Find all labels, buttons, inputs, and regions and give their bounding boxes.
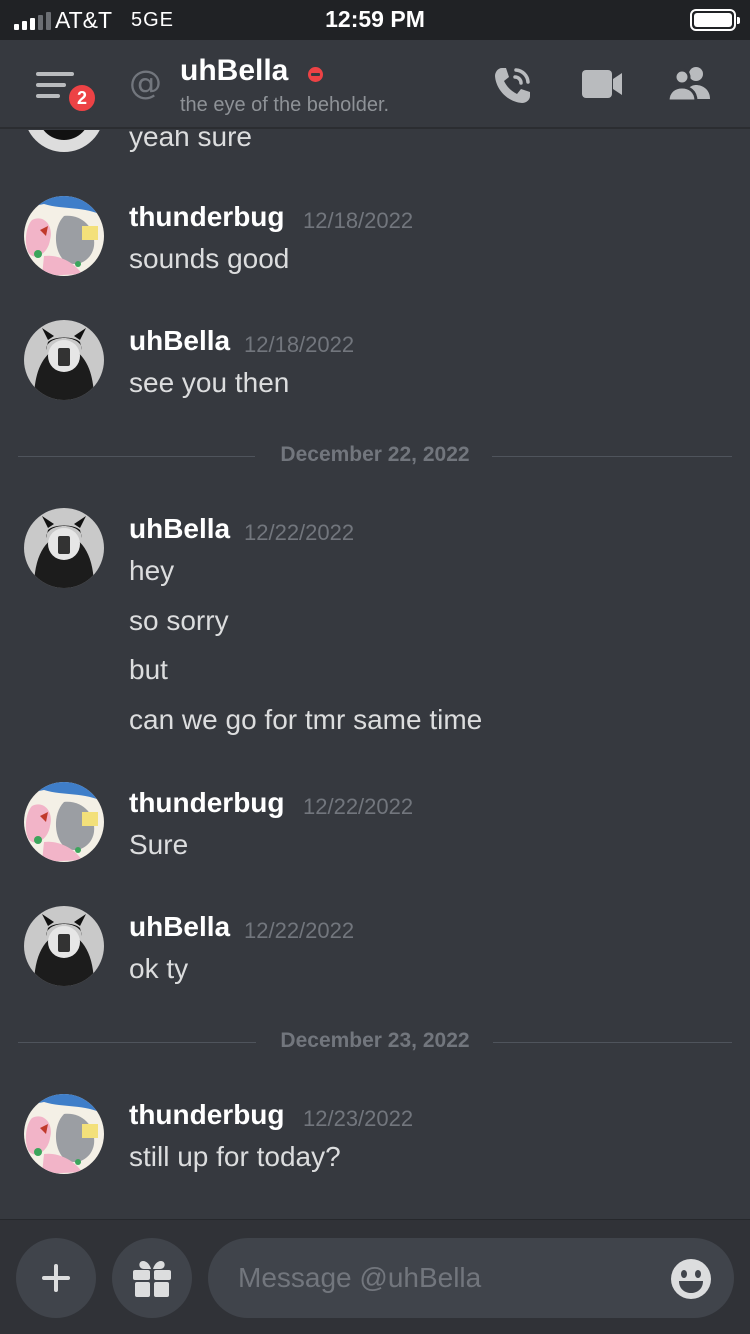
clock: 12:59 PM — [325, 6, 425, 32]
message-text: hey — [129, 555, 175, 586]
plus-icon — [42, 1264, 70, 1292]
channel-topic: the eye of the beholder. — [180, 94, 390, 116]
message-input[interactable] — [208, 1238, 734, 1318]
message-timestamp: 12/22/2022 — [303, 794, 414, 819]
avatar[interactable] — [24, 508, 104, 588]
message-text: so sorry — [129, 605, 229, 636]
message-timestamp: 12/23/2022 — [303, 1106, 414, 1131]
message-author[interactable]: thunderbug — [129, 201, 285, 233]
message-author[interactable]: uhBella — [129, 911, 230, 943]
message-timestamp: 12/22/2022 — [244, 520, 355, 545]
video-camera-icon[interactable] — [580, 67, 624, 101]
avatar[interactable] — [24, 196, 104, 276]
avatar[interactable] — [24, 782, 104, 862]
message-text: ok ty — [129, 953, 189, 984]
status-bar: AT&T 5GE 12:59 PM — [0, 0, 750, 40]
add-attachment-button[interactable] — [16, 1238, 96, 1318]
gift-button[interactable] — [112, 1238, 192, 1318]
message-timestamp: 12/22/2022 — [244, 918, 355, 943]
message-text: still up for today? — [129, 1141, 341, 1172]
message-author[interactable]: uhBella — [129, 325, 230, 357]
message-text: yeah sure — [129, 130, 252, 152]
channel-title[interactable]: uhBella — [180, 54, 288, 88]
channel-header: 2 @ uhBella the eye of the beholder. — [0, 40, 750, 129]
message-timestamp: 12/18/2022 — [244, 332, 355, 357]
phone-call-icon[interactable] — [492, 64, 534, 106]
battery-icon — [690, 9, 740, 31]
gift-icon — [133, 1261, 171, 1297]
unread-badge: 2 — [66, 82, 98, 114]
date-divider: December 22, 2022 — [18, 441, 732, 471]
date-divider: December 23, 2022 — [18, 1027, 732, 1057]
message-text: Sure — [129, 829, 189, 860]
emoji-icon[interactable] — [670, 1258, 712, 1300]
date-divider-label: December 23, 2022 — [280, 1029, 470, 1052]
avatar[interactable] — [24, 1094, 104, 1174]
message-text: see you then — [129, 367, 290, 398]
message-text: sounds good — [129, 243, 290, 274]
message-author[interactable]: thunderbug — [129, 1099, 285, 1131]
avatar[interactable] — [24, 320, 104, 400]
message-timestamp: 12/18/2022 — [303, 208, 414, 233]
date-divider-label: December 22, 2022 — [280, 443, 470, 466]
message-author[interactable]: uhBella — [129, 513, 230, 545]
dnd-status-icon — [308, 67, 323, 82]
message-author[interactable]: thunderbug — [129, 787, 285, 819]
message-text: but — [129, 654, 168, 685]
members-icon[interactable] — [666, 65, 714, 103]
avatar[interactable] — [24, 906, 104, 986]
at-icon: @ — [129, 63, 162, 102]
message-list[interactable]: yeah sure thunderbug 12/18/2022 sounds g… — [0, 130, 750, 1219]
avatar[interactable] — [24, 130, 104, 152]
message-text: can we go for tmr same time — [129, 704, 483, 735]
message-composer — [0, 1219, 750, 1334]
